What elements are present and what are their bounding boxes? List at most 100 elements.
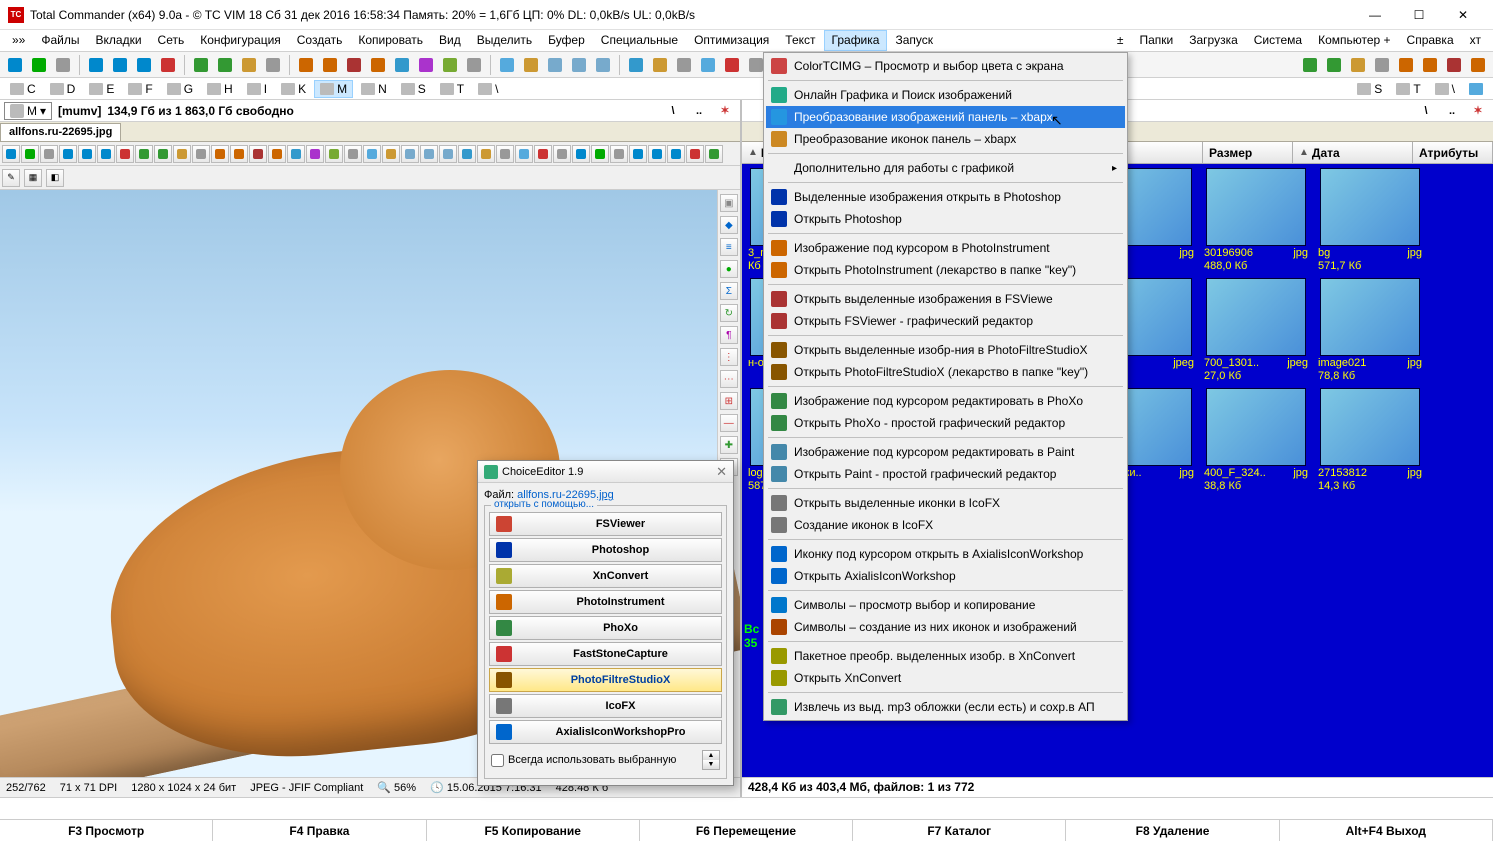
vstrip-btn-10[interactable]: — <box>720 414 738 432</box>
lister-tb-btn-0[interactable] <box>2 145 20 163</box>
lister-tb-btn-26[interactable] <box>496 145 514 163</box>
menu-копировать[interactable]: Копировать <box>350 30 431 51</box>
lister-tool-b[interactable]: ▦ <box>24 169 42 187</box>
toolbar-btn-0[interactable] <box>4 54 26 76</box>
toolbar-btn-12[interactable] <box>319 54 341 76</box>
drive-D[interactable]: D <box>44 80 82 98</box>
choice-arrow-up[interactable]: ▲ <box>703 751 719 760</box>
hdr-size[interactable]: Размер <box>1203 142 1293 163</box>
menu-компьютер +[interactable]: Компьютер + <box>1310 30 1398 51</box>
dropdown-item[interactable]: Дополнительно для работы с графикой <box>766 157 1125 179</box>
toolbar-right-btn-1[interactable] <box>1323 54 1345 76</box>
path-tool-1[interactable]: \ <box>662 100 684 122</box>
vstrip-btn-3[interactable]: ● <box>720 260 738 278</box>
menu-справка[interactable]: Справка <box>1399 30 1462 51</box>
lister-tb-btn-35[interactable] <box>667 145 685 163</box>
lister-tb-btn-36[interactable] <box>686 145 704 163</box>
toolbar-btn-8[interactable] <box>214 54 236 76</box>
choice-open-icofx[interactable]: IcoFX <box>489 694 722 718</box>
lister-tb-btn-6[interactable] <box>116 145 134 163</box>
path-tool-2[interactable]: .. <box>688 100 710 122</box>
lister-tb-btn-10[interactable] <box>192 145 210 163</box>
choice-open-xnconvert[interactable]: XnConvert <box>489 564 722 588</box>
vstrip-btn-6[interactable]: ¶ <box>720 326 738 344</box>
drive-K[interactable]: K <box>275 80 312 98</box>
menu-вид[interactable]: Вид <box>431 30 469 51</box>
menu-оптимизация[interactable]: Оптимизация <box>686 30 777 51</box>
path-tool-3[interactable]: ✶ <box>714 100 736 122</box>
fnkey-f5[interactable]: F5 Копирование <box>427 820 640 841</box>
thumbnail-item[interactable]: bgjpg571,7 Кб <box>1316 168 1424 272</box>
lister-tb-btn-14[interactable] <box>268 145 286 163</box>
vstrip-btn-8[interactable]: ⋯ <box>720 370 738 388</box>
lister-tb-btn-11[interactable] <box>211 145 229 163</box>
toolbar-btn-11[interactable] <box>295 54 317 76</box>
dropdown-item[interactable]: Открыть XnConvert <box>766 667 1125 689</box>
toolbar-btn-27[interactable] <box>697 54 719 76</box>
dropdown-item[interactable]: Открыть Photoshop <box>766 208 1125 230</box>
lister-tb-btn-28[interactable] <box>534 145 552 163</box>
fnkey-f7[interactable]: F7 Каталог <box>853 820 1066 841</box>
lister-tb-btn-33[interactable] <box>629 145 647 163</box>
lister-tb-btn-20[interactable] <box>382 145 400 163</box>
menu-хт[interactable]: хт <box>1462 30 1489 51</box>
toolbar-btn-10[interactable] <box>262 54 284 76</box>
choice-open-phoxo[interactable]: PhoXo <box>489 616 722 640</box>
lister-tb-btn-30[interactable] <box>572 145 590 163</box>
toolbar-btn-14[interactable] <box>367 54 389 76</box>
lister-tb-btn-5[interactable] <box>97 145 115 163</box>
choice-open-photoshop[interactable]: Photoshop <box>489 538 722 562</box>
drive-S[interactable]: S <box>395 80 432 98</box>
toolbar-btn-24[interactable] <box>625 54 647 76</box>
lister-tb-btn-27[interactable] <box>515 145 533 163</box>
dropdown-item[interactable]: Преобразование изображений панель – xbaр… <box>766 106 1125 128</box>
lister-tb-btn-13[interactable] <box>249 145 267 163</box>
vstrip-btn-0[interactable]: ▣ <box>720 194 738 212</box>
lister-tb-btn-21[interactable] <box>401 145 419 163</box>
vstrip-btn-4[interactable]: Σ <box>720 282 738 300</box>
vstrip-btn-7[interactable]: ⋮ <box>720 348 738 366</box>
lister-tb-btn-25[interactable] <box>477 145 495 163</box>
toolbar-right-btn-0[interactable] <box>1299 54 1321 76</box>
choice-open-faststonecapture[interactable]: FastStoneCapture <box>489 642 722 666</box>
lister-tb-btn-16[interactable] <box>306 145 324 163</box>
fnkey-alt+f4[interactable]: Alt+F4 Выход <box>1280 820 1493 841</box>
lister-tb-btn-18[interactable] <box>344 145 362 163</box>
fnkey-f8[interactable]: F8 Удаление <box>1066 820 1279 841</box>
choice-open-axialisiconworkshoppro[interactable]: AxialisIconWorkshopPro <box>489 720 722 744</box>
menu-выделить[interactable]: Выделить <box>469 30 540 51</box>
menu-система[interactable]: Система <box>1246 30 1310 51</box>
drive-H[interactable]: H <box>201 80 239 98</box>
dropdown-item[interactable]: Символы – просмотр выбор и копирование <box>766 594 1125 616</box>
lister-tb-btn-29[interactable] <box>553 145 571 163</box>
menu-»»[interactable]: »» <box>4 30 33 51</box>
choice-open-photofiltrestudiox[interactable]: PhotoFiltreStudioX <box>489 668 722 692</box>
lister-tb-btn-19[interactable] <box>363 145 381 163</box>
drive-G[interactable]: G <box>161 80 199 98</box>
toolbar-btn-5[interactable] <box>133 54 155 76</box>
dropdown-item[interactable]: Открыть выделенные иконки в IcoFX <box>766 492 1125 514</box>
choice-open-fsviewer[interactable]: FSViewer <box>489 512 722 536</box>
toolbar-btn-22[interactable] <box>568 54 590 76</box>
dropdown-item[interactable]: ColorTCIMG – Просмотр и выбор цвета с эк… <box>766 55 1125 77</box>
toolbar-right-btn-3[interactable] <box>1371 54 1393 76</box>
toolbar-btn-20[interactable] <box>520 54 542 76</box>
lister-tb-btn-22[interactable] <box>420 145 438 163</box>
lister-tb-btn-34[interactable] <box>648 145 666 163</box>
drive-N[interactable]: N <box>355 80 393 98</box>
menu-текст[interactable]: Текст <box>777 30 823 51</box>
menu-вкладки[interactable]: Вкладки <box>88 30 150 51</box>
dropdown-item[interactable]: Создание иконок в IcoFX <box>766 514 1125 536</box>
thumbnail-item[interactable]: 27153812jpg14,3 Кб <box>1316 388 1424 492</box>
toolbar-btn-13[interactable] <box>343 54 365 76</box>
rpath-tool-2[interactable]: .. <box>1441 100 1463 122</box>
drive-right-\[interactable]: \ <box>1429 80 1461 98</box>
drive-F[interactable]: F <box>122 80 158 98</box>
drive-\[interactable]: \ <box>472 80 504 98</box>
menu-специальные[interactable]: Специальные <box>593 30 686 51</box>
lister-tb-btn-15[interactable] <box>287 145 305 163</box>
lister-tb-btn-7[interactable] <box>135 145 153 163</box>
drive-M[interactable]: M <box>314 80 353 98</box>
left-drive-combo[interactable]: M ▾ <box>4 102 52 120</box>
dropdown-item[interactable]: Выделенные изображения открыть в Photosh… <box>766 186 1125 208</box>
